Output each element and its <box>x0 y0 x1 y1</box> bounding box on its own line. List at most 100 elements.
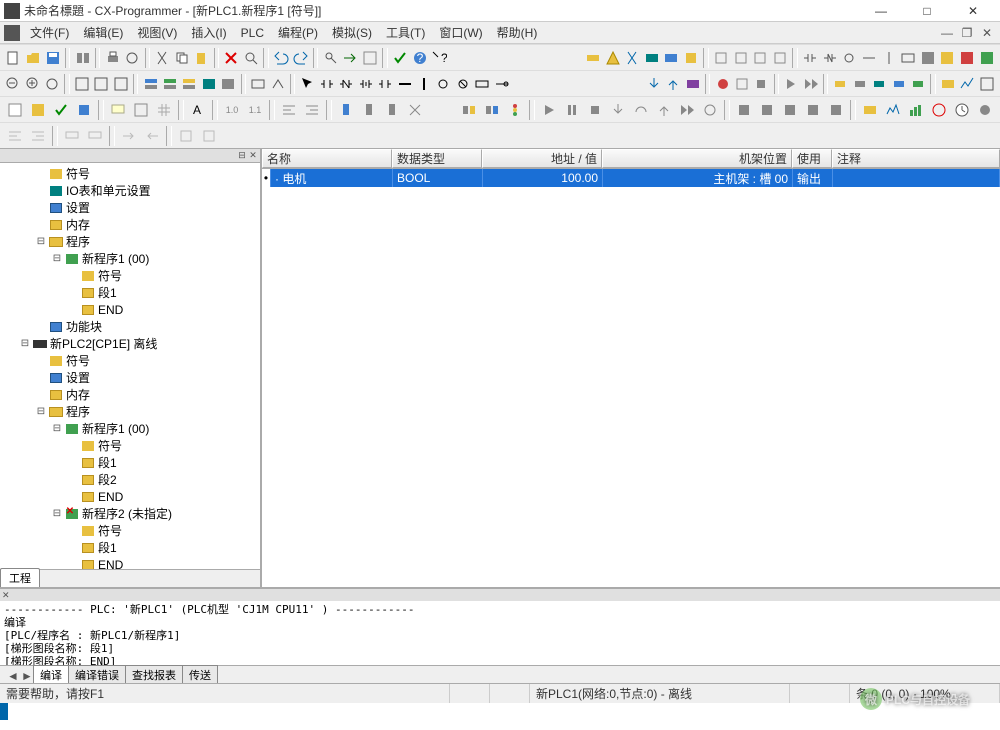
force-cancel-icon[interactable] <box>779 99 801 121</box>
tree-item[interactable]: 内存 <box>2 216 258 233</box>
force-on-icon[interactable] <box>733 99 755 121</box>
offline-icon[interactable] <box>851 73 869 95</box>
uncomment-icon[interactable] <box>84 125 106 147</box>
zoom-fit-icon[interactable] <box>43 73 61 95</box>
stop-icon[interactable] <box>752 73 770 95</box>
play-icon[interactable] <box>538 99 560 121</box>
tree-item[interactable]: ⊟新PLC2[CP1E] 离线 <box>2 335 258 352</box>
step-out-icon[interactable] <box>653 99 675 121</box>
tree-toggle-icon[interactable]: ⊟ <box>50 508 64 519</box>
pc-plc2-icon[interactable] <box>481 99 503 121</box>
chart-icon[interactable] <box>905 99 927 121</box>
menu-plc[interactable]: PLC <box>235 24 270 42</box>
col-name[interactable]: 名称 <box>262 149 392 168</box>
n10-icon[interactable]: 1.0 <box>221 99 243 121</box>
col-use[interactable]: 使用 <box>792 149 832 168</box>
vline-icon[interactable] <box>415 73 433 95</box>
tree-item[interactable]: 符号 <box>2 352 258 369</box>
tree-item[interactable]: ⊟程序 <box>2 233 258 250</box>
reset2-icon[interactable] <box>825 99 847 121</box>
output-tab-find[interactable]: 查找报表 <box>125 665 183 683</box>
mode-monitor-icon[interactable] <box>751 47 770 69</box>
tree-toggle-icon[interactable]: ⊟ <box>50 253 64 264</box>
online-edit-icon[interactable] <box>682 47 701 69</box>
align-right-icon[interactable] <box>301 99 323 121</box>
print-icon[interactable] <box>103 47 122 69</box>
col-addr[interactable]: 地址 / 值 <box>482 149 602 168</box>
zoom-in-icon[interactable] <box>23 73 41 95</box>
ladder-block-icon[interactable] <box>918 47 937 69</box>
warning-icon[interactable] <box>603 47 622 69</box>
tree-item[interactable]: 段1 <box>2 539 258 556</box>
connect-icon[interactable] <box>584 47 603 69</box>
mdi-minimize-icon[interactable]: — <box>938 25 956 41</box>
copy-icon[interactable] <box>172 47 191 69</box>
redo-icon[interactable] <box>291 47 310 69</box>
align-left-icon[interactable] <box>278 99 300 121</box>
tree-body[interactable]: 符号IO表和单元设置设置内存⊟程序⊟新程序1 (00)符号段1END功能块⊟新P… <box>0 163 260 569</box>
view-mnemonic-icon[interactable] <box>92 73 110 95</box>
ladder-hline-icon[interactable] <box>860 47 879 69</box>
menu-insert[interactable]: 插入(I) <box>185 22 232 43</box>
memory-icon[interactable] <box>939 73 957 95</box>
transfer-pc-icon[interactable] <box>643 47 662 69</box>
tree-close-icon[interactable]: ✕ <box>248 151 258 161</box>
ladder-contact-no-icon[interactable] <box>820 47 839 69</box>
zoom-out-icon[interactable] <box>4 73 22 95</box>
bookmark3-icon[interactable] <box>381 99 403 121</box>
help-icon[interactable]: ? <box>410 47 429 69</box>
sel-arrow-icon[interactable] <box>298 73 316 95</box>
comment-icon[interactable] <box>61 125 83 147</box>
menu-simulate[interactable]: 模拟(S) <box>326 22 378 43</box>
output-tab-compile[interactable]: 编译 <box>33 665 69 683</box>
contact-rising-icon[interactable] <box>356 73 374 95</box>
mode-run-icon[interactable] <box>771 47 790 69</box>
find-replace-icon[interactable] <box>321 47 340 69</box>
section-list-icon[interactable] <box>4 99 26 121</box>
complete-icon[interactable] <box>175 125 197 147</box>
tree-item[interactable]: ⊟新程序1 (00) <box>2 250 258 267</box>
tree-item[interactable]: 符号 <box>2 522 258 539</box>
show-grid-icon[interactable] <box>153 99 175 121</box>
sim2-icon[interactable] <box>890 73 908 95</box>
untab-icon[interactable] <box>141 125 163 147</box>
ladder-coil-icon[interactable] <box>840 47 859 69</box>
delete-icon[interactable] <box>222 47 241 69</box>
menu-help[interactable]: 帮助(H) <box>491 22 544 43</box>
tree-item[interactable]: ⊟程序 <box>2 403 258 420</box>
instruction-icon[interactable] <box>473 73 491 95</box>
data-trace-icon[interactable] <box>958 73 976 95</box>
tree-item[interactable]: 符号 <box>2 437 258 454</box>
menu-tools[interactable]: 工具(T) <box>380 22 431 43</box>
tree-item[interactable]: 功能块 <box>2 318 258 335</box>
not-icon[interactable] <box>493 73 511 95</box>
tree-tab-project[interactable]: 工程 <box>0 568 40 587</box>
output-tab-transfer[interactable]: 传送 <box>182 665 218 683</box>
print-preview-icon[interactable] <box>123 47 142 69</box>
compare-icon[interactable] <box>73 47 92 69</box>
save-icon[interactable] <box>43 47 62 69</box>
ladder-more-icon[interactable] <box>977 47 996 69</box>
menu-file[interactable]: 文件(F) <box>24 22 75 43</box>
goto-icon[interactable] <box>341 47 360 69</box>
col-rack[interactable]: 机架位置 <box>602 149 792 168</box>
tree-item[interactable]: 符号 <box>2 267 258 284</box>
tree-toggle-icon[interactable]: ⊟ <box>34 236 48 247</box>
indent-left-icon[interactable] <box>4 125 26 147</box>
tree-item[interactable]: 设置 <box>2 199 258 216</box>
pause-icon[interactable] <box>561 99 583 121</box>
menu-view[interactable]: 视图(V) <box>131 22 183 43</box>
font-icon[interactable]: A <box>187 99 209 121</box>
menu-edit[interactable]: 编辑(E) <box>77 22 129 43</box>
tree-item[interactable]: ⊟新程序1 (00) <box>2 420 258 437</box>
watch-icon[interactable] <box>859 99 881 121</box>
open-icon[interactable] <box>24 47 43 69</box>
ladder-fb-icon[interactable] <box>938 47 957 69</box>
menu-program[interactable]: 编程(P) <box>272 22 324 43</box>
hline-icon[interactable] <box>395 73 413 95</box>
step-icon[interactable] <box>733 73 751 95</box>
col-comment[interactable]: 注释 <box>832 149 1000 168</box>
section-add-icon[interactable] <box>27 99 49 121</box>
mdi-restore-icon[interactable]: ❐ <box>958 25 976 41</box>
new-icon[interactable] <box>4 47 23 69</box>
